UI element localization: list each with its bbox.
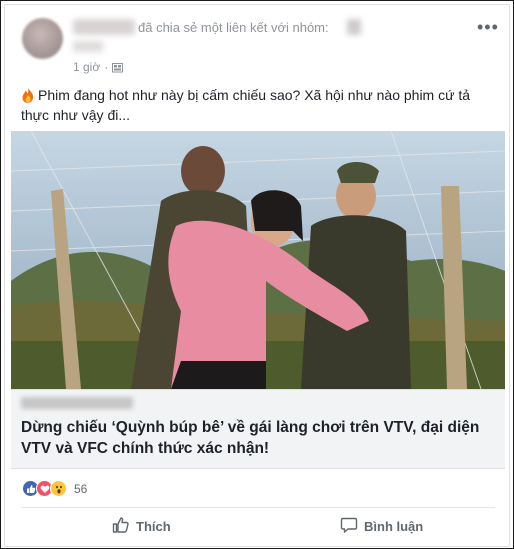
meta-separator: · <box>104 60 109 74</box>
film-still-illustration <box>11 131 505 389</box>
screenshot-frame: đã chia sẻ một liên kết với nhóm: ••• 1 … <box>0 0 514 549</box>
post-message-line2: thực như vậy đi... <box>21 107 131 123</box>
more-options-button[interactable]: ••• <box>477 17 499 38</box>
headline-film-title: ‘Quỳnh búp bê’ <box>111 419 224 436</box>
like-button[interactable]: Thích <box>112 516 171 537</box>
avatar[interactable] <box>22 18 63 59</box>
thumbs-up-icon <box>112 516 130 537</box>
reactions-summary[interactable]: 56 <box>22 480 87 497</box>
shared-link-text: đã chia sẻ một liên kết với nhóm: <box>138 20 329 35</box>
blurred-link-domain <box>21 397 133 409</box>
reaction-count: 56 <box>74 481 88 496</box>
post-message: Phim đang hot như này bị cấm chiếu sao? … <box>21 85 491 125</box>
like-button-label: Thích <box>136 519 171 534</box>
fire-emoji-icon <box>21 87 35 103</box>
blurred-group-subtitle <box>73 41 103 52</box>
group-privacy-icon <box>112 62 124 73</box>
post-message-line1: Phim đang hot như này bị cấm chiếu sao? … <box>38 87 471 103</box>
post-meta: 1 giờ · <box>73 60 124 74</box>
comment-button-label: Bình luận <box>364 519 424 534</box>
headline-part-1: Dừng chiếu <box>21 419 112 436</box>
comment-button[interactable]: Bình luận <box>340 516 423 537</box>
link-preview-caption[interactable]: Dừng chiếu ‘Quỳnh búp bê’ về gái làng ch… <box>11 389 505 469</box>
link-preview-image[interactable] <box>11 131 505 389</box>
wow-icon <box>50 480 67 497</box>
link-headline[interactable]: Dừng chiếu ‘Quỳnh búp bê’ về gái làng ch… <box>21 417 501 459</box>
post-timestamp[interactable]: 1 giờ <box>73 60 100 74</box>
blurred-author-name[interactable] <box>73 19 135 35</box>
comment-icon <box>340 516 358 537</box>
blurred-group-name[interactable] <box>347 19 361 35</box>
facebook-post-card: đã chia sẻ một liên kết với nhóm: ••• 1 … <box>4 4 510 547</box>
action-divider <box>21 507 495 508</box>
